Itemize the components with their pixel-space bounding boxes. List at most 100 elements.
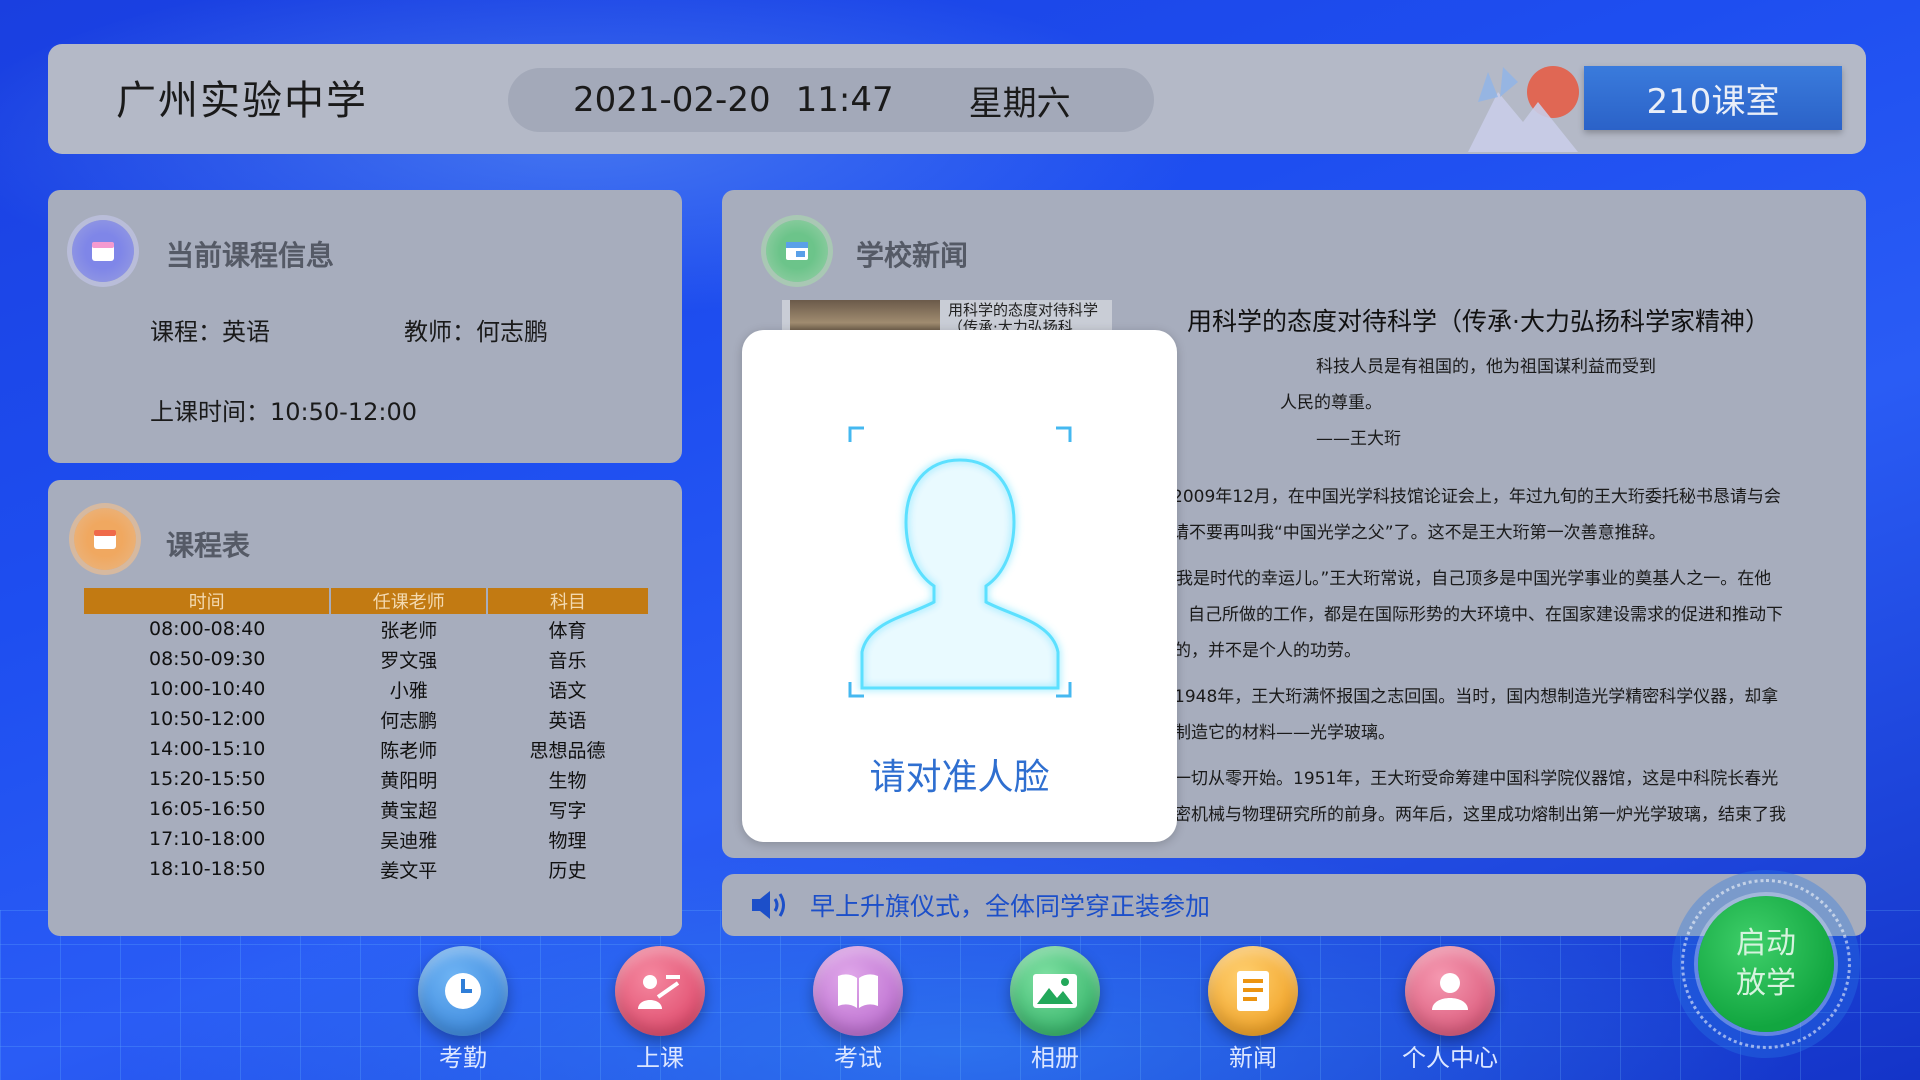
course-name: 课程：英语: [150, 318, 270, 346]
news-paragraph: 的，并不是个人的功劳。: [1174, 641, 1361, 661]
nav-label: 考试: [834, 1044, 882, 1072]
cell-time: 15:20-15:50: [149, 768, 266, 790]
cell-subject: 体育: [548, 619, 587, 642]
clock-icon: [418, 946, 508, 1036]
cell-subject: 物理: [548, 829, 587, 852]
calendar-icon: [72, 220, 134, 282]
cell-teacher: 姜文平: [380, 859, 438, 882]
current-time: 11:47: [795, 80, 894, 120]
teacher-icon: [615, 946, 705, 1036]
header-decoration-icon: [1468, 66, 1579, 152]
course-teacher: 教师：何志鹏: [404, 318, 548, 346]
schedule-table: 时间 任课老师 科目 08:00-08:40 张老师 体育 08:50-09:30 罗…: [84, 588, 648, 884]
cell-time: 17:10-18:00: [149, 828, 266, 850]
cell-teacher: 何志鹏: [380, 709, 438, 732]
nav-exam[interactable]: 考试: [803, 946, 913, 1073]
start-dismissal-ring: 启动 放学: [1681, 879, 1851, 1049]
nav-label: 个人中心: [1402, 1044, 1498, 1072]
cell-teacher: 陈老师: [380, 739, 438, 762]
nav-album[interactable]: 相册: [1000, 946, 1110, 1073]
start-dismissal-label-line1: 启动: [1736, 926, 1796, 961]
face-prompt-text: 请对准人脸: [869, 757, 1050, 798]
cell-subject: 写字: [548, 799, 587, 822]
cell-time: 16:05-16:50: [149, 798, 266, 820]
news-headline[interactable]: 用科学的态度对待科学（传承·大力弘扬科学家精神）: [1187, 302, 1770, 338]
start-dismissal-button[interactable]: 启动 放学: [1672, 870, 1860, 1058]
news-title: 学校新闻: [856, 239, 969, 272]
nav-news[interactable]: 新闻: [1198, 946, 1308, 1073]
table-row: 08:50-09:30 罗文强 音乐: [84, 644, 648, 674]
cell-teacher: 黄阳明: [380, 769, 438, 792]
photo-icon: [1010, 946, 1100, 1036]
cell-time: 10:50-12:00: [149, 708, 266, 730]
column-header-teacher: 任课老师: [330, 588, 489, 614]
current-course-panel: 当前课程信息 课程：英语 教师：何志鹏 上课时间：10:50-12:00: [48, 190, 682, 463]
cell-time: 10:00-10:40: [149, 678, 266, 700]
cell-teacher: 小雅: [389, 679, 428, 702]
datetime-display: 2021-02-20 11:47 星期六: [508, 68, 1154, 132]
news-paragraph: 制造它的材料——光学玻璃。: [1174, 723, 1395, 743]
cell-subject: 音乐: [548, 649, 587, 672]
notice-text: 早上升旗仪式，全体同学穿正装参加: [810, 892, 1211, 921]
start-dismissal-core: 启动 放学: [1698, 896, 1834, 1032]
current-weekday: 星期六: [968, 83, 1071, 124]
news-icon: [1208, 946, 1298, 1036]
table-row: 16:05-16:50 黄宝超 写字: [84, 794, 648, 824]
table-row: 10:00-10:40 小雅 语文: [84, 674, 648, 704]
table-row: 17:10-18:00 吴迪雅 物理: [84, 824, 648, 854]
column-header-subject: 科目: [487, 588, 648, 614]
news-paragraph: 我是时代的幸运儿。”王大珩常说，自己顶多是中国光学事业的奠基人之一。在他: [1176, 569, 1772, 589]
classroom-badge[interactable]: 210课室: [1584, 66, 1842, 130]
news-paragraph: 请不要再叫我“中国光学之父”了。这不是王大珩第一次善意推辞。: [1172, 523, 1666, 543]
column-header-time: 时间: [84, 588, 332, 614]
table-row: 18:10-18:50 姜文平 历史: [84, 854, 648, 884]
schedule-panel: 课程表 时间 任课老师 科目 08:00-08:40 张老师 体育 08:50-09…: [48, 480, 682, 936]
cell-time: 08:50-09:30: [149, 648, 266, 670]
table-row: 15:20-15:50 黄阳明 生物: [84, 764, 648, 794]
news-paragraph: 自己所做的工作，都是在国际形势的大环境中、在国家建设需求的促进和推动下: [1188, 605, 1783, 625]
book-icon: [813, 946, 903, 1036]
start-dismissal-label-line2: 放学: [1736, 966, 1796, 1001]
nav-label: 考勤: [439, 1044, 487, 1072]
news-paragraph: 密机械与物理研究所的前身。两年后，这里成功熔制出第一炉光学玻璃，结束了我: [1174, 805, 1786, 825]
cell-time: 14:00-15:10: [149, 738, 266, 760]
cell-subject: 历史: [548, 859, 587, 882]
header-bar: 广州实验中学 2021-02-20 11:47 星期六 210课室: [48, 44, 1866, 154]
current-date: 2021-02-20: [573, 80, 771, 120]
schedule-calendar-icon: [74, 508, 136, 570]
cell-time: 18:10-18:50: [149, 858, 266, 880]
table-row: 10:50-12:00 何志鹏 英语: [84, 704, 648, 734]
cell-time: 08:00-08:40: [149, 618, 266, 640]
face-recognition-dialog: 请对准人脸: [742, 330, 1177, 842]
cell-subject: 生物: [548, 769, 587, 792]
news-window-icon: [766, 220, 828, 282]
cell-subject: 英语: [548, 709, 587, 732]
cell-teacher: 罗文强: [380, 649, 438, 672]
nav-label: 上课: [636, 1044, 684, 1072]
nav-class[interactable]: 上课: [605, 946, 715, 1073]
schedule-header-row: 时间 任课老师 科目: [84, 588, 648, 614]
course-time: 上课时间：10:50-12:00: [150, 398, 417, 426]
table-row: 08:00-08:40 张老师 体育: [84, 614, 648, 644]
cell-teacher: 黄宝超: [380, 799, 438, 822]
news-quote: 科技人员是有祖国的，他为祖国谋利益而受到: [1316, 357, 1656, 377]
nav-attendance[interactable]: 考勤: [408, 946, 518, 1073]
cell-subject: 语文: [548, 679, 587, 702]
user-icon: [1405, 946, 1495, 1036]
schedule-title: 课程表: [166, 529, 251, 562]
cell-teacher: 吴迪雅: [380, 829, 438, 852]
news-quote: 人民的尊重。: [1280, 393, 1382, 413]
school-name: 广州实验中学: [116, 78, 368, 124]
news-paragraph: 1948年，王大珩满怀报国之志回国。当时，国内想制造光学精密科学仪器，却拿: [1174, 687, 1779, 707]
news-paragraph: 2009年12月，在中国光学科技馆论证会上，年过九旬的王大珩委托秘书恳请与会: [1172, 487, 1781, 507]
nav-label: 相册: [1031, 1044, 1079, 1072]
course-info-title: 当前课程信息: [166, 239, 335, 272]
nav-label: 新闻: [1229, 1044, 1277, 1072]
cell-teacher: 张老师: [380, 619, 438, 642]
cell-subject: 思想品德: [529, 739, 606, 762]
nav-profile[interactable]: 个人中心: [1395, 946, 1505, 1073]
speaker-icon: [752, 891, 785, 919]
news-quote-author: ——王大珩: [1316, 429, 1401, 449]
news-paragraph: 一切从零开始。1951年，王大珩受命筹建中国科学院仪器馆，这是中科院长春光: [1174, 769, 1779, 789]
face-scan-icon: [848, 426, 1072, 698]
